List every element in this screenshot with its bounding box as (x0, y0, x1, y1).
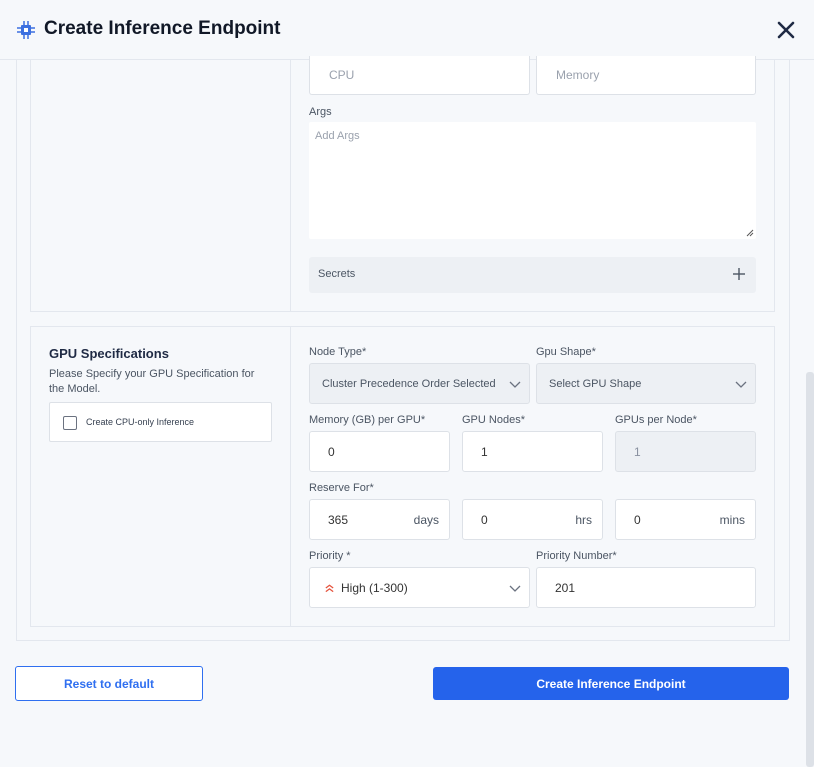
memory-input[interactable]: Memory (536, 56, 756, 95)
reserve-mins-value: 0 (634, 512, 641, 527)
gpu-nodes-value: 1 (481, 444, 488, 459)
node-type-select[interactable]: Cluster Precedence Order Selected (309, 363, 530, 404)
priority-label: Priority * (309, 550, 351, 562)
gpu-section-description: Please Specify your GPU Specification fo… (49, 368, 255, 395)
gpu-shape-placeholder: Select GPU Shape (549, 377, 642, 390)
chip-icon (17, 21, 35, 39)
args-placeholder: Add Args (315, 130, 360, 142)
reserve-mins-input[interactable]: 0 mins (615, 499, 756, 540)
create-endpoint-button[interactable]: Create Inference Endpoint (433, 667, 789, 700)
chevron-down-icon (509, 381, 521, 388)
gpus-per-node-label: GPUs per Node* (615, 414, 697, 426)
cpu-input[interactable]: CPU (309, 56, 530, 95)
scrollbar[interactable] (806, 372, 814, 767)
gpus-per-node-value: 1 (634, 444, 641, 459)
secrets-row[interactable]: Secrets (309, 257, 756, 293)
reserve-days-unit: days (413, 512, 439, 527)
gpu-nodes-label: GPU Nodes* (462, 414, 525, 426)
priority-number-label: Priority Number* (536, 550, 617, 562)
priority-select[interactable]: High (1-300) (309, 567, 530, 608)
modal-header: Create Inference Endpoint (0, 0, 814, 60)
chevron-down-icon (509, 585, 521, 592)
gpu-shape-label: Gpu Shape* (536, 346, 596, 358)
priority-value: High (1-300) (341, 580, 408, 595)
cpu-only-checkbox[interactable] (63, 416, 77, 430)
gpu-nodes-input[interactable]: 1 (462, 431, 603, 472)
memory-per-gpu-value: 0 (328, 444, 335, 459)
reserve-days-input[interactable]: 365 days (309, 499, 450, 540)
reserve-hrs-unit: hrs (575, 512, 592, 527)
priority-high-icon (325, 583, 334, 592)
page-title: Create Inference Endpoint (44, 18, 281, 39)
memory-placeholder: Memory (556, 68, 600, 82)
section-divider (290, 327, 291, 626)
close-icon[interactable] (774, 18, 798, 42)
section-divider (290, 60, 291, 311)
plus-icon[interactable] (731, 266, 747, 282)
chevron-down-icon (735, 381, 747, 388)
cpu-only-label: Create CPU-only Inference (86, 417, 195, 427)
gpu-shape-select[interactable]: Select GPU Shape (536, 363, 756, 404)
cpu-only-option[interactable]: Create CPU-only Inference (49, 402, 272, 442)
gpus-per-node-input: 1 (615, 431, 756, 472)
args-label: Args (309, 106, 332, 118)
reserve-hrs-value: 0 (481, 512, 488, 527)
reset-button[interactable]: Reset to default (15, 666, 203, 701)
reserve-for-label: Reserve For* (309, 482, 374, 494)
node-type-value: Cluster Precedence Order Selected (322, 377, 496, 390)
priority-number-input[interactable]: 201 (536, 567, 756, 608)
memory-per-gpu-input[interactable]: 0 (309, 431, 450, 472)
cpu-placeholder: CPU (329, 68, 355, 82)
gpu-section-title: GPU Specifications (49, 346, 169, 361)
resize-grip-icon[interactable] (746, 229, 754, 237)
reserve-days-value: 365 (328, 512, 349, 527)
secrets-label: Secrets (318, 268, 356, 280)
node-type-label: Node Type* (309, 346, 367, 358)
reserve-mins-unit: mins (719, 512, 745, 527)
memory-per-gpu-label: Memory (GB) per GPU* (309, 414, 426, 426)
priority-number-value: 201 (555, 580, 576, 595)
reserve-hrs-input[interactable]: 0 hrs (462, 499, 603, 540)
args-textarea[interactable]: Add Args (309, 122, 756, 239)
